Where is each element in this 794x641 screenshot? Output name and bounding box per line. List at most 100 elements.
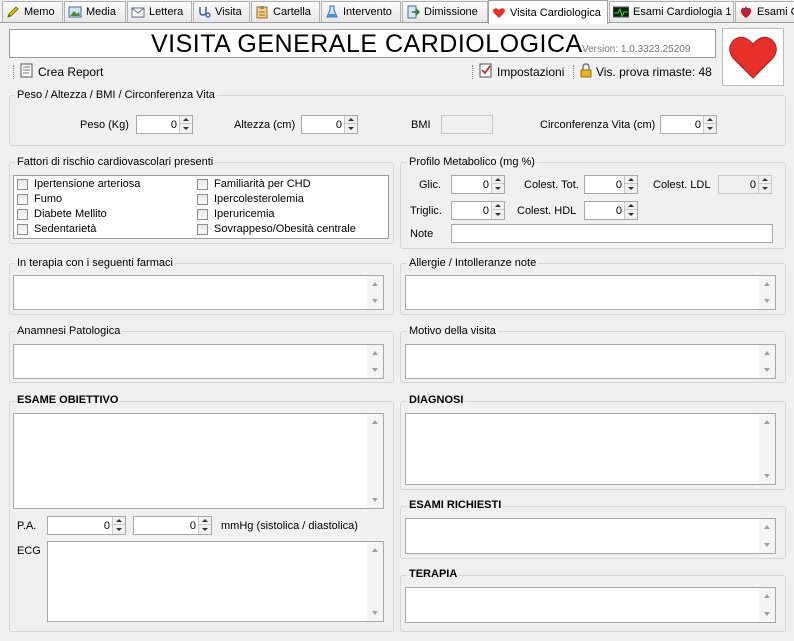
- scrollbar[interactable]: [759, 276, 775, 309]
- ldl-spinner: [758, 176, 771, 193]
- mmhg-label: mmHg (sistolica / diastolica): [221, 520, 358, 532]
- risk-title: Fattori di rischio cardiovascolari prese…: [15, 156, 216, 168]
- tab-label: Dimissione: [424, 6, 478, 18]
- tab-memo[interactable]: Memo: [2, 1, 63, 22]
- ecg-icon: [613, 5, 629, 19]
- scrollbar[interactable]: [367, 345, 383, 378]
- esami-richiesti-textarea[interactable]: [405, 518, 776, 554]
- hdl-spinner[interactable]: [624, 202, 637, 219]
- tab-dimissione[interactable]: Dimissione: [402, 1, 488, 22]
- checkbox[interactable]: [197, 178, 208, 190]
- biometrics-title: Peso / Altezza / BMI / Circonferenza Vit…: [15, 89, 217, 101]
- terapia-title: TERAPIA: [407, 568, 460, 580]
- vita-label: Circonferenza Vita (cm): [540, 119, 656, 131]
- terapia-textarea[interactable]: [405, 587, 776, 623]
- tab-label: Esami C: [757, 6, 794, 18]
- scrollbar[interactable]: [367, 414, 383, 508]
- altezza-input[interactable]: 0: [301, 115, 358, 134]
- altezza-label: Altezza (cm): [234, 119, 296, 131]
- tab-media[interactable]: Media: [64, 1, 126, 22]
- diagnosi-textarea[interactable]: [405, 413, 776, 485]
- risk-sovrappeso[interactable]: Sovrappeso/Obesità centrale: [197, 223, 356, 235]
- tab-cartella[interactable]: Cartella: [251, 1, 320, 22]
- risk-familiarita[interactable]: Familiarità per CHD: [197, 178, 311, 190]
- peso-label: Peso (Kg): [80, 119, 129, 131]
- checkbox[interactable]: [197, 193, 208, 205]
- tab-esami-cardiologia-2[interactable]: Esami C: [735, 1, 794, 22]
- tab-visita-cardiologica[interactable]: Visita Cardiologica: [488, 0, 608, 24]
- tab-label: Visita: [215, 6, 242, 18]
- risk-diabete[interactable]: Diabete Mellito: [17, 208, 107, 220]
- crea-report-label: Crea Report: [38, 65, 104, 79]
- motivo-title: Motivo della visita: [407, 325, 498, 337]
- checkbox[interactable]: [17, 193, 28, 205]
- diagnosi-title: DIAGNOSI: [407, 394, 466, 406]
- tab-intervento[interactable]: Intervento: [321, 1, 401, 22]
- scrollbar[interactable]: [759, 414, 775, 484]
- col-tot-input[interactable]: 0: [584, 175, 638, 194]
- tab-esami-cardiologia-1[interactable]: Esami Cardiologia 1: [609, 1, 734, 22]
- risk-fumo[interactable]: Fumo: [17, 193, 62, 205]
- col-tot-label: Colest. Tot.: [524, 179, 579, 191]
- scrollbar[interactable]: [759, 345, 775, 378]
- diastolica-input[interactable]: 0: [133, 516, 212, 535]
- ecg-label: ECG: [17, 545, 41, 557]
- checkbox[interactable]: [197, 223, 208, 235]
- ecg-textarea[interactable]: [47, 541, 384, 622]
- risk-ipertensione[interactable]: Ipertensione arteriosa: [17, 178, 140, 190]
- crea-report-button[interactable]: Crea Report: [20, 63, 103, 81]
- anamnesi-textarea[interactable]: [13, 344, 384, 379]
- diastolica-spinner[interactable]: [198, 517, 211, 534]
- farmaci-textarea[interactable]: [13, 275, 384, 310]
- esame-textarea[interactable]: [13, 413, 384, 509]
- scrollbar[interactable]: [367, 276, 383, 309]
- tab-label: Visita Cardiologica: [510, 6, 601, 19]
- scrollbar[interactable]: [759, 588, 775, 622]
- motivo-textarea[interactable]: [405, 344, 776, 379]
- stethoscope-icon: [197, 5, 211, 19]
- vita-spinner[interactable]: [703, 116, 716, 133]
- altezza-spinner[interactable]: [344, 116, 357, 133]
- peso-input[interactable]: 0: [136, 115, 193, 134]
- impostazioni-label: Impostazioni: [497, 65, 565, 79]
- anamnesi-title: Anamnesi Patologica: [15, 325, 123, 337]
- glic-input[interactable]: 0: [451, 175, 505, 194]
- tab-visita[interactable]: Visita: [193, 1, 250, 22]
- page-title: VISITA GENERALE CARDIOLOGICA: [151, 30, 583, 58]
- risk-sedentarieta[interactable]: Sedentarietà: [17, 223, 96, 235]
- hdl-input[interactable]: 0: [584, 201, 638, 220]
- scrollbar[interactable]: [759, 519, 775, 553]
- tab-lettera[interactable]: Lettera: [127, 1, 192, 22]
- tab-label: Esami Cardiologia 1: [633, 6, 732, 18]
- version-label: Version: 1.0.3323.25209: [582, 44, 691, 55]
- trigl-input[interactable]: 0: [451, 201, 505, 220]
- heart-logo-button[interactable]: [722, 28, 784, 86]
- peso-spinner[interactable]: [179, 116, 192, 133]
- bmi-label: BMI: [411, 119, 431, 131]
- checkbox[interactable]: [17, 178, 28, 190]
- esami-richiesti-title: ESAMI RICHIESTI: [407, 499, 504, 511]
- sistolica-spinner[interactable]: [112, 517, 125, 534]
- risk-ipercolesterolemia[interactable]: Ipercolesterolemia: [197, 193, 304, 205]
- checkbox[interactable]: [17, 223, 28, 235]
- checkbox[interactable]: [17, 208, 28, 220]
- esame-title: ESAME OBIETTIVO: [15, 394, 121, 406]
- scrollbar[interactable]: [367, 542, 383, 621]
- trigl-label: Triglic.: [410, 205, 442, 217]
- allergie-textarea[interactable]: [405, 275, 776, 310]
- col-tot-spinner[interactable]: [624, 176, 637, 193]
- tab-bar: Memo Media Lettera Visita Cartella Inter…: [0, 0, 794, 24]
- note-input[interactable]: [451, 224, 773, 243]
- glic-spinner[interactable]: [491, 176, 504, 193]
- exit-icon: [406, 5, 420, 19]
- allergie-title: Allergie / Intolleranze note: [407, 257, 539, 269]
- risk-iperuricemia[interactable]: Iperuricemia: [197, 208, 275, 220]
- vita-input[interactable]: 0: [660, 115, 717, 134]
- toolbar-separator: [472, 65, 475, 79]
- sistolica-input[interactable]: 0: [47, 516, 126, 535]
- checkbox[interactable]: [197, 208, 208, 220]
- impostazioni-button[interactable]: Impostazioni: [479, 63, 564, 81]
- pa-label: P.A.: [17, 520, 37, 532]
- hdl-label: Colest. HDL: [517, 205, 577, 217]
- trigl-spinner[interactable]: [491, 202, 504, 219]
